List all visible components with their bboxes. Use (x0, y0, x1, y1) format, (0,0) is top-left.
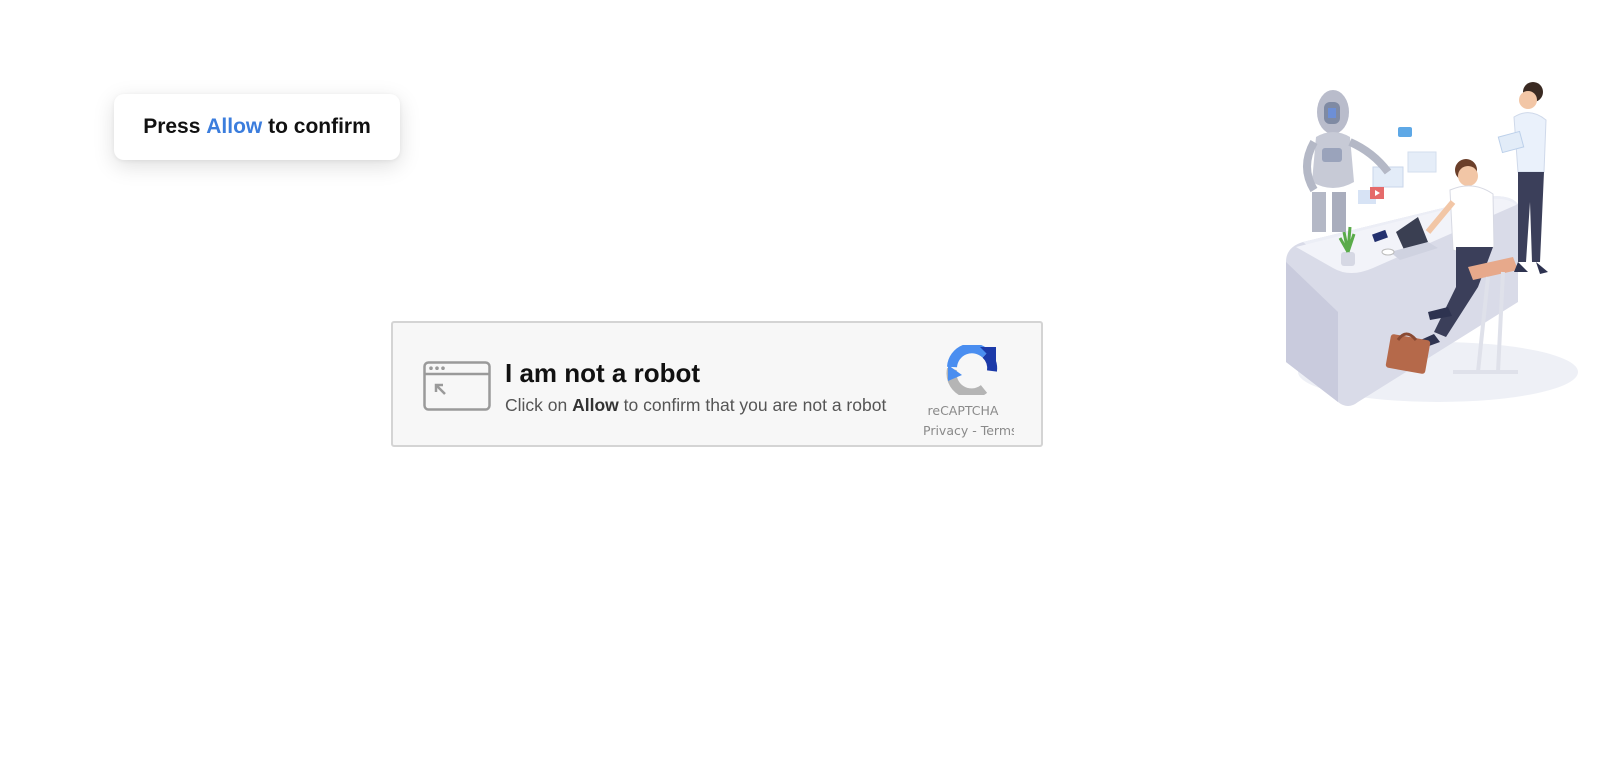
browser-window-cursor-icon (423, 361, 491, 411)
captcha-subtitle: Click on Allow to confirm that you are n… (505, 395, 886, 416)
toast-allow-highlight: Allow (206, 115, 263, 138)
office-robot-illustration (1286, 82, 1578, 406)
subtitle-prefix: Click on (505, 395, 568, 415)
captcha-title: I am not a robot (505, 358, 700, 388)
recaptcha-logo-icon (946, 345, 998, 395)
page: Press Allow to confirm I am not a robot … (0, 0, 1600, 768)
toast-suffix: to confirm (268, 115, 371, 138)
recaptcha-brand-label: reCAPTCHA (927, 403, 999, 418)
toast-prefix: Press (143, 115, 201, 138)
allow-prompt-toast: Press Allow to confirm (114, 94, 400, 160)
privacy-terms-links[interactable]: Privacy - Terms (923, 423, 1014, 438)
captcha-box[interactable]: I am not a robot Click on Allow to confi… (391, 321, 1043, 447)
subtitle-suffix: to confirm that you are not a robot (623, 395, 887, 415)
subtitle-allow: Allow (572, 395, 619, 415)
